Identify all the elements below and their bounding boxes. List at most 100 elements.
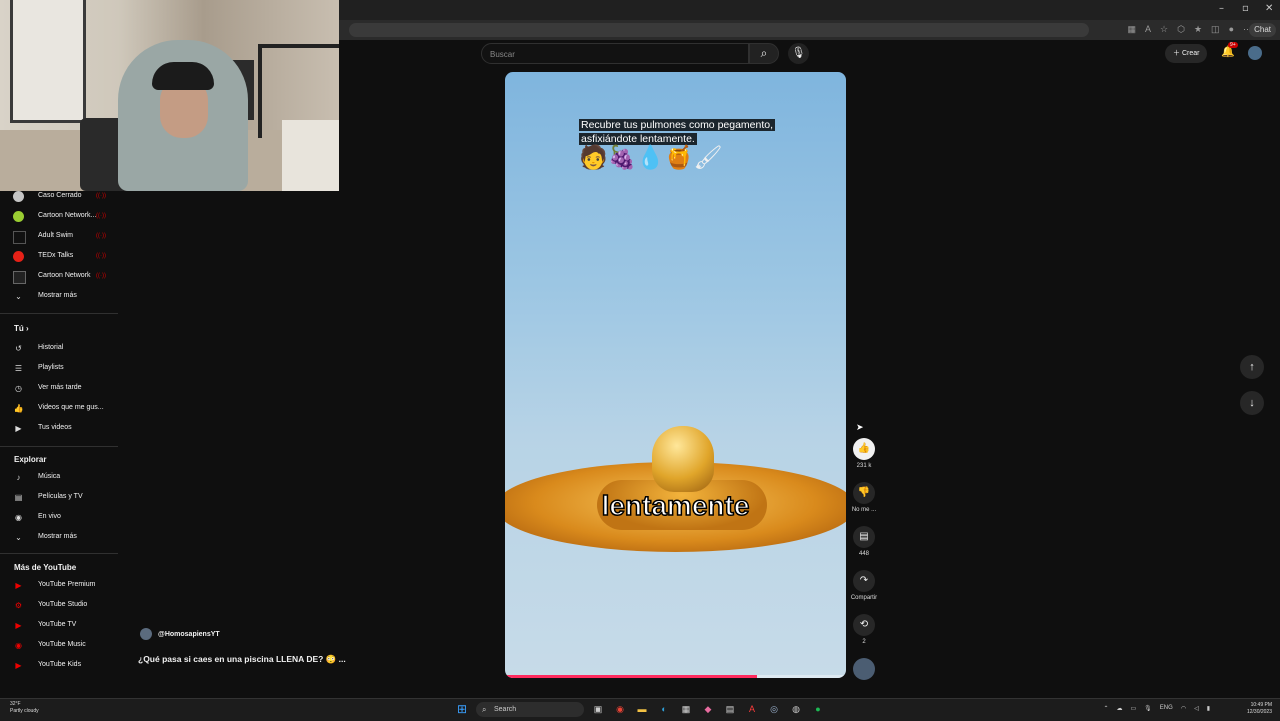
star-icon[interactable]: ☆ xyxy=(1160,24,1168,35)
shorts-video-player[interactable]: Recubre tus pulmones como pegamento, asf… xyxy=(505,72,846,678)
sidebar-item-subscription[interactable]: Cartoon Network... ((·)) xyxy=(0,207,118,225)
sidebar-item-movies[interactable]: ▤ Películas y TV xyxy=(0,488,118,506)
remix-button[interactable]: ⟲ 2 xyxy=(847,614,881,645)
obs-icon[interactable]: ◍ xyxy=(790,703,802,715)
chevron-down-icon: ⌄ xyxy=(15,292,22,301)
channel-avatar xyxy=(13,251,24,262)
taskbar-apps: ▣ ◉ ▬ ◐ ▦ ◆ ▤ A ◎ ◍ ● xyxy=(592,703,824,715)
chevron-up-icon[interactable]: ⌃ xyxy=(1103,705,1108,712)
sidebar-item-label: Adult Swim xyxy=(38,232,74,239)
weather-text: Partly cloudy xyxy=(10,708,39,714)
sidebar-item-label: Historial xyxy=(38,344,64,351)
edge-icon[interactable]: ◐ xyxy=(658,703,670,715)
video-progress-bar[interactable] xyxy=(505,675,846,678)
task-view-icon[interactable]: ▣ xyxy=(592,703,604,715)
history-icon: ↺ xyxy=(15,344,22,353)
youtube-kids-icon: ▶ xyxy=(15,661,22,670)
youtube-header: Buscar ⌕ 🎙 ＋ Crear 🔔 9+ xyxy=(339,40,1280,70)
sidebar-item-subscription[interactable]: Caso Cerrado ((·)) xyxy=(0,187,118,205)
youtube-icon: ▶ xyxy=(15,581,22,590)
like-button[interactable]: 👍 231 k xyxy=(847,438,881,469)
file-explorer-icon[interactable]: ▬ xyxy=(636,703,648,715)
sidebar-item-liked-videos[interactable]: 👍 Videos que me gus... xyxy=(0,399,118,417)
sidebar-item-youtube-kids[interactable]: ▶ YouTube Kids xyxy=(0,656,118,674)
sidebar-item-youtube-music[interactable]: ◉ YouTube Music xyxy=(0,636,118,654)
mic-tray-icon[interactable]: 🎙 xyxy=(1144,705,1152,712)
sidebar-item-music[interactable]: ♪ Música xyxy=(0,468,118,486)
show-more-explore[interactable]: ⌄ Mostrar más xyxy=(0,528,118,546)
extensions-icon[interactable]: ⬡ xyxy=(1177,24,1185,35)
language-indicator[interactable]: ENG xyxy=(1160,705,1173,712)
sidebar-item-label: YouTube Studio xyxy=(38,601,88,608)
channel-handle: @HomosapiensYT xyxy=(158,630,220,638)
read-aloud-icon[interactable]: A xyxy=(1145,24,1151,35)
sidebar-item-history[interactable]: ↺ Historial xyxy=(0,339,118,357)
adobe-icon[interactable]: A xyxy=(746,703,758,715)
youtube-music-icon: ◉ xyxy=(15,641,22,650)
maximize-button[interactable]: ▫ xyxy=(1242,3,1249,14)
webcam-person-hair xyxy=(152,62,214,90)
create-button[interactable]: ＋ Crear xyxy=(1165,44,1208,63)
sidebar-item-label: Playlists xyxy=(38,364,64,371)
wifi-icon[interactable]: ◠ xyxy=(1181,705,1186,712)
taskbar-clock[interactable]: 10:49 PM 12/30/2023 xyxy=(1247,702,1272,716)
sidebar-item-playlists[interactable]: ☰ Playlists xyxy=(0,359,118,377)
volume-icon[interactable]: ◁ xyxy=(1194,705,1199,712)
steam-icon[interactable]: ◎ xyxy=(768,703,780,715)
windows-start-icon[interactable]: ⊞ xyxy=(457,703,469,715)
sidebar-item-watch-later[interactable]: ◷ Ver más tarde xyxy=(0,379,118,397)
minimize-button[interactable]: – xyxy=(1219,3,1224,14)
collections-icon[interactable]: ◫ xyxy=(1211,24,1220,35)
live-indicator-icon: ((·)) xyxy=(96,233,106,239)
grid-icon[interactable]: ▦ xyxy=(1128,24,1137,35)
taskbar-search-label: Search xyxy=(494,706,517,713)
share-button[interactable]: ↷ Compartir xyxy=(847,570,881,601)
sidebar-item-youtube-studio[interactable]: ⚙ YouTube Studio xyxy=(0,596,118,614)
sidebar-item-your-videos[interactable]: ▶ Tus videos xyxy=(0,419,118,437)
calendar-icon[interactable]: ▦ xyxy=(680,703,692,715)
sidebar-item-youtube-tv[interactable]: ▶ YouTube TV xyxy=(0,616,118,634)
sidebar-item-subscription[interactable]: Adult Swim ((·)) xyxy=(0,227,118,245)
audio-channel-button[interactable] xyxy=(847,658,881,680)
divider xyxy=(0,313,118,314)
photos-icon[interactable]: ◆ xyxy=(702,703,714,715)
music-icon: ♪ xyxy=(16,473,21,482)
sidebar-item-youtube-premium[interactable]: ▶ YouTube Premium xyxy=(0,576,118,594)
profile-icon[interactable]: ● xyxy=(1229,24,1234,35)
video-title[interactable]: ¿Qué pasa si caes en una piscina LLENA D… xyxy=(138,654,346,665)
thumbs-up-icon: 👍 xyxy=(853,438,875,460)
sidebar-item-subscription[interactable]: Cartoon Network ((·)) xyxy=(0,267,118,285)
copilot-chat-button[interactable]: Chat xyxy=(1249,23,1276,37)
sidebar-item-label: Cartoon Network xyxy=(38,272,91,279)
chrome-icon[interactable]: ◉ xyxy=(614,703,626,715)
close-window-button[interactable]: ✕ xyxy=(1265,3,1273,14)
account-avatar[interactable] xyxy=(1248,46,1262,60)
address-bar[interactable] xyxy=(349,23,1089,37)
you-section-heading[interactable]: Tú › xyxy=(14,324,29,333)
search-icon: ⌕ xyxy=(482,705,487,714)
taskbar-search[interactable]: ⌕ Search xyxy=(476,702,584,717)
battery-icon[interactable]: ▮ xyxy=(1207,705,1210,712)
search-button[interactable]: ⌕ xyxy=(749,43,779,64)
sidebar-item-subscription[interactable]: TEDx Talks ((·)) xyxy=(0,247,118,265)
comments-button[interactable]: ▤ 448 xyxy=(847,526,881,557)
battery-tray-icon[interactable]: ▭ xyxy=(1131,705,1137,712)
show-more-label: Mostrar más xyxy=(38,292,77,299)
sidebar-item-label: YouTube TV xyxy=(38,621,77,628)
previous-short-button[interactable]: ↑ xyxy=(1240,355,1264,379)
search-input[interactable]: Buscar xyxy=(481,43,749,64)
channel-link[interactable]: @HomosapiensYT xyxy=(140,628,220,640)
browser-toolbar-icons: ▦ A ☆ ⬡ ★ ◫ ● ⋯ xyxy=(1128,24,1253,35)
weather-widget[interactable]: 32°F Partly cloudy xyxy=(10,701,39,715)
chevron-right-icon: › xyxy=(26,324,29,333)
network-tray-icon[interactable]: ☁ xyxy=(1117,705,1123,712)
next-short-button[interactable]: ↓ xyxy=(1240,391,1264,415)
sidebar-item-live[interactable]: ◉ En vivo xyxy=(0,508,118,526)
spotify-icon[interactable]: ● xyxy=(812,703,824,715)
mouse-cursor-icon: ➤ xyxy=(856,422,864,432)
voice-search-button[interactable]: 🎙 xyxy=(788,43,809,64)
favorites-icon[interactable]: ★ xyxy=(1194,24,1202,35)
dislike-button[interactable]: 👎 No me ... xyxy=(847,482,881,513)
show-more-subscriptions[interactable]: ⌄ Mostrar más xyxy=(0,287,118,305)
notepad-icon[interactable]: ▤ xyxy=(724,703,736,715)
